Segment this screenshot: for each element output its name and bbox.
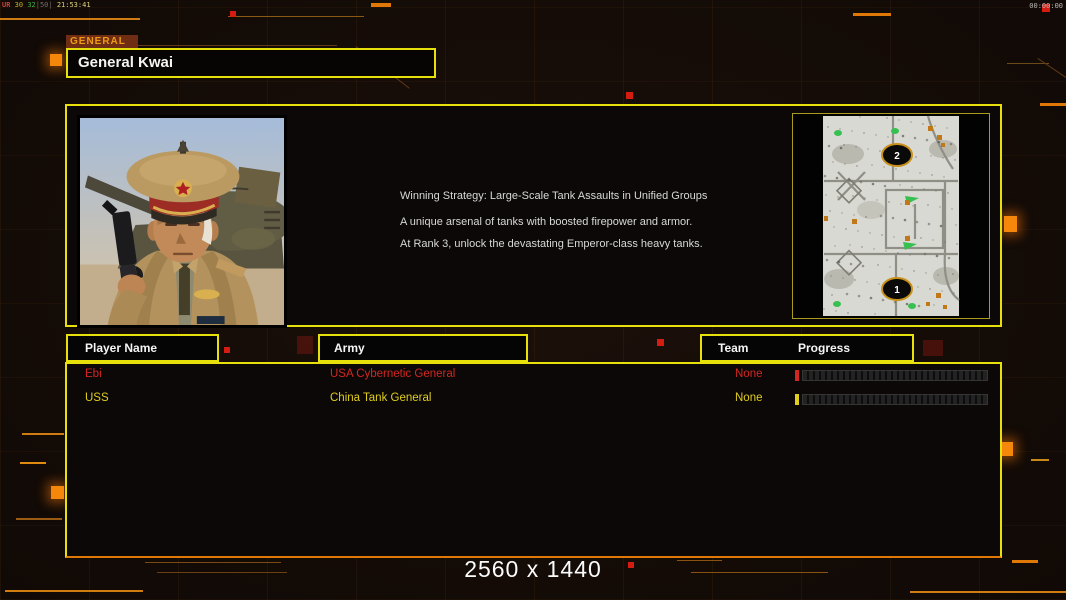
deco-line [1031, 459, 1049, 461]
player-list-panel: Ebi USA Cybernetic General None USS Chin… [65, 362, 1002, 558]
progress-fill [795, 394, 799, 405]
progress-fill [795, 370, 799, 381]
map-start-marker: 1 [881, 277, 913, 301]
match-timer: 00:00:00 [1029, 2, 1063, 10]
deco-line [22, 433, 64, 435]
stat-value-a: 30 [14, 1, 24, 9]
map-start-marker: 2 [881, 143, 913, 167]
deco-line [1040, 103, 1066, 106]
progress-track [802, 370, 988, 381]
player-row: Ebi USA Cybernetic General None [67, 368, 1000, 386]
deco-line [16, 518, 62, 520]
column-header-team-progress: Team Progress [700, 334, 914, 362]
general-info-panel: Winning Strategy: Large-Scale Tank Assau… [65, 104, 1002, 328]
deco-line [910, 591, 1066, 593]
stat-value-c: |50| [35, 1, 53, 9]
column-header-player-name: Player Name [66, 334, 219, 362]
resolution-watermark: 2560 x 1440 [464, 556, 602, 582]
stat-clock: 21:53:41 [56, 1, 91, 9]
player-name: Ebi [85, 368, 102, 380]
general-portrait [77, 115, 292, 328]
progress-track [802, 394, 988, 405]
deco-square [1004, 216, 1017, 232]
map-thumbnail: 2 1 [793, 114, 989, 318]
general-portrait-image [80, 118, 292, 325]
general-tab-label: GENERAL [66, 35, 138, 49]
column-header-army: Army [318, 334, 528, 362]
svg-text:1: 1 [894, 285, 900, 296]
deco-square [657, 339, 664, 346]
strategy-description-line: At Rank 3, unlock the devastating Empero… [400, 238, 703, 250]
deco-line [5, 590, 143, 592]
deco-line [1007, 63, 1049, 64]
deco-square [224, 347, 230, 353]
player-army: China Tank General [330, 392, 432, 404]
deco-line [20, 462, 46, 464]
deco-square [51, 486, 64, 499]
deco-square [626, 92, 633, 99]
player-name: USS [85, 392, 109, 404]
player-team: None [735, 368, 763, 380]
map-preview: 2 1 [792, 113, 990, 319]
deco-line [228, 16, 364, 17]
deco-square [923, 340, 943, 356]
deco-square [230, 11, 236, 17]
deco-square [297, 336, 313, 354]
column-header-progress: Progress [798, 341, 851, 355]
deco-square [50, 54, 62, 66]
general-name-title: General Kwai [66, 48, 436, 78]
loading-progress-bar [795, 394, 988, 405]
player-team: None [735, 392, 763, 404]
deco-line [371, 3, 391, 7]
network-stats-overlay: UR 30 32|50| 21:53:41 [2, 1, 91, 9]
deco-line [137, 45, 337, 46]
player-army: USA Cybernetic General [330, 368, 456, 380]
stat-value-b: 32 [27, 1, 36, 9]
stat-ur: UR [2, 1, 11, 9]
strategy-description-line: Winning Strategy: Large-Scale Tank Assau… [400, 190, 708, 202]
player-row: USS China Tank General None [67, 392, 1000, 410]
loading-progress-bar [795, 370, 988, 381]
deco-line [0, 18, 140, 20]
svg-text:2: 2 [894, 151, 900, 162]
column-header-team: Team [718, 341, 749, 355]
strategy-description-line: A unique arsenal of tanks with boosted f… [400, 216, 693, 228]
deco-line [853, 13, 891, 16]
loading-screen: UR 30 32|50| 21:53:41 00:00:00 GENERAL G… [0, 0, 1066, 600]
